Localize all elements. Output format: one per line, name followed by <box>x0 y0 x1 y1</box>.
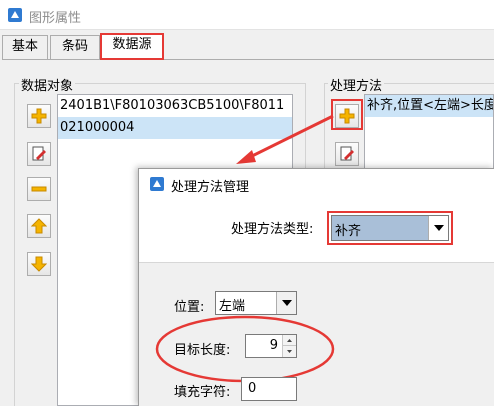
type-select-value: 补齐 <box>335 224 362 239</box>
type-select[interactable]: 补齐 <box>331 215 449 241</box>
app-icon <box>150 177 164 191</box>
dialog-titlebar: 处理方法管理 <box>139 169 494 199</box>
type-label: 处理方法类型: <box>231 222 314 237</box>
fill-char-input[interactable]: 0 <box>241 377 297 401</box>
fill-char-value: 0 <box>248 381 257 396</box>
position-select-button[interactable] <box>276 292 296 314</box>
position-select[interactable]: 左端 <box>215 291 297 315</box>
dialog-title: 处理方法管理 <box>171 180 250 195</box>
target-length-highlight-ellipse <box>155 315 335 383</box>
dropdown-arrow-icon <box>433 225 444 231</box>
dialog-type-section: 处理方法类型: 补齐 <box>139 199 494 263</box>
dropdown-arrow-icon <box>281 300 292 306</box>
fill-char-label: 填充字符: <box>174 385 231 400</box>
processing-manager-dialog: 处理方法管理 处理方法类型: 补齐 位置: 左端 目标长度: 9 填充字符: 0 <box>138 168 494 406</box>
type-select-button[interactable] <box>428 216 448 240</box>
position-select-value: 左端 <box>219 299 246 314</box>
